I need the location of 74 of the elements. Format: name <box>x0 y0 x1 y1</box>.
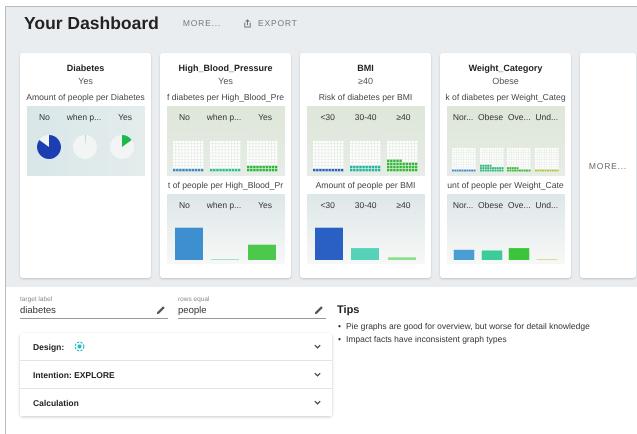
category-label: No <box>178 112 190 122</box>
fact-card[interactable]: Weight_Category Obese k of diabetes per Weight_Categ Nor... Obese Ove... Und... unt of people per Weight_Cate Nor... Obese Ove... Und... <box>440 53 571 278</box>
card-value: Yes <box>218 75 233 88</box>
tip-item: Impact facts have inconsistent graph types <box>346 333 507 346</box>
category-label: 30-40 <box>354 200 376 210</box>
export-button[interactable]: EXPORT <box>239 15 302 31</box>
card-title: Diabetes <box>66 62 104 75</box>
category-label: Nor... <box>452 112 474 122</box>
waffle-drawing <box>386 141 417 172</box>
waffle-drawing <box>480 148 504 172</box>
more-cards-button[interactable]: MORE... <box>580 53 636 278</box>
chart-title: unt of people per Weight_Cate <box>447 179 564 191</box>
category-label: Nor... <box>452 200 474 210</box>
category-label: Und... <box>535 112 558 122</box>
category-label: Yes <box>258 112 272 122</box>
chevron-icon <box>313 342 322 351</box>
fact-card[interactable]: BMI ≥40 Risk of diabetes per BMI <30 30-40 ≥40 Amount of people per BMI <30 30-40 ≥40 <box>300 53 431 278</box>
chart-title: k of diabetes per Weight_Categ <box>445 91 566 103</box>
waffle-drawing <box>313 141 344 172</box>
tip-item: Pie graphs are good for overview, but worse for detail knowledge <box>346 320 590 333</box>
edit-icon[interactable] <box>156 305 166 315</box>
waffle-drawing <box>173 141 204 172</box>
chevron-icon <box>313 398 322 407</box>
category-label: Obese <box>478 112 504 122</box>
bullet: • <box>338 320 341 333</box>
card-title: BMI <box>357 62 374 75</box>
waffle-drawing <box>350 141 380 172</box>
accordion-header[interactable]: Intention: EXPLORE <box>20 361 332 389</box>
export-icon <box>243 18 252 28</box>
dashboard-title: Your Dashboard <box>24 12 159 34</box>
category-label: ≥40 <box>396 200 411 210</box>
card-value: Yes <box>78 75 93 88</box>
category-label: ≥40 <box>396 112 411 122</box>
card-title: High_Blood_Pressure <box>178 62 273 75</box>
category-label: when p... <box>206 112 242 122</box>
category-label: <30 <box>320 200 335 210</box>
category-label: <30 <box>320 112 335 122</box>
fact-card[interactable]: High_Blood_Pressure Yes f diabetes per High_Blood_Pre No when p... Yes t of people per High_Blood_Pr No when p... Yes <box>160 53 291 278</box>
card-value: Obese <box>492 75 519 88</box>
category-label: Ove... <box>508 200 531 210</box>
target-icon <box>74 341 86 352</box>
category-label: Obese <box>478 200 504 210</box>
card-title: Weight_Category <box>468 62 542 75</box>
chart-title: f diabetes per High_Blood_Pre <box>166 91 284 103</box>
more-button[interactable]: MORE... <box>178 15 226 31</box>
category-label: Und... <box>535 200 558 210</box>
pie-drawing <box>73 135 98 159</box>
category-label: 30-40 <box>354 112 376 122</box>
chart-title: Risk of diabetes per BMI <box>318 91 412 103</box>
edit-icon[interactable] <box>314 305 324 315</box>
waffle-drawing <box>534 148 558 172</box>
pie-drawing <box>36 135 61 159</box>
card-value: ≥40 <box>358 75 373 88</box>
waffle-drawing <box>210 141 240 172</box>
category-label: Ove... <box>508 112 531 122</box>
category-label: Yes <box>118 112 132 122</box>
bullet: • <box>338 333 341 346</box>
category-label: when p... <box>206 200 242 210</box>
category-label: when p... <box>66 112 102 122</box>
accordion-header[interactable]: Design: <box>20 333 332 361</box>
waffle-drawing <box>246 141 277 172</box>
chart-title: Amount of people per Diabetes <box>26 91 145 103</box>
accordion-header[interactable]: Calculation <box>20 389 332 416</box>
category-label: No <box>38 112 50 122</box>
chart-title: Amount of people per BMI <box>316 179 416 191</box>
tips-heading: Tips <box>337 304 360 316</box>
chart-title: t of people per High_Blood_Pr <box>168 179 284 191</box>
category-label: Yes <box>258 200 272 210</box>
fact-card[interactable]: Diabetes Yes Amount of people per Diabetes No when p... Yes <box>20 53 151 278</box>
pie-drawing <box>110 135 134 159</box>
chevron-icon <box>313 370 322 379</box>
waffle-drawing <box>507 148 531 172</box>
waffle-drawing <box>452 148 476 172</box>
category-label: No <box>178 200 190 210</box>
